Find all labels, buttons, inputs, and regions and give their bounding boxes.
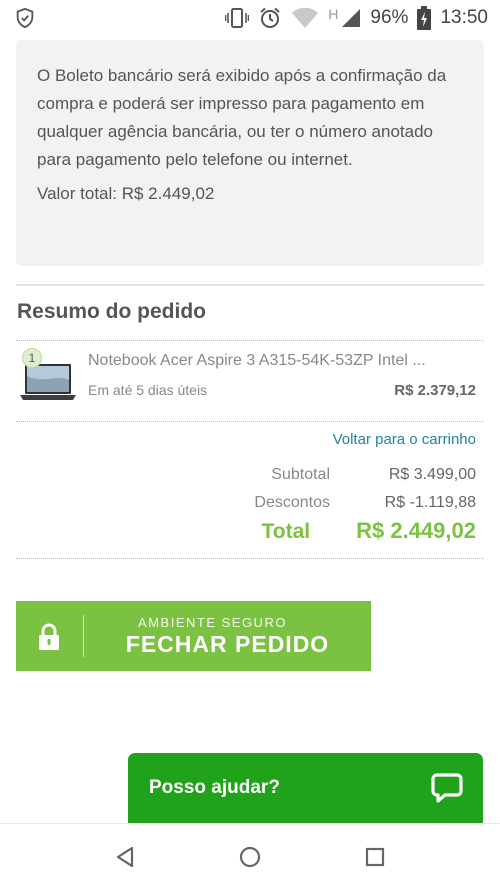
battery-percent: 96% <box>370 7 409 28</box>
dotted-divider <box>16 421 484 422</box>
home-circle-icon[interactable] <box>237 844 263 870</box>
chat-bubble-icon <box>431 773 463 803</box>
help-chat-widget[interactable]: Posso ajudar? <box>128 753 483 825</box>
button-separator <box>83 615 84 657</box>
boleto-total: Valor total: R$ 2.449,02 <box>37 184 215 203</box>
discount-row: Descontos R$ -1.119,88 <box>176 494 476 512</box>
help-chat-label: Posso ajudar? <box>149 777 280 798</box>
vibrate-icon <box>225 8 250 28</box>
battery-charging-icon <box>417 6 432 30</box>
network-type: H <box>328 6 339 22</box>
item-price: R$ 2.379,12 <box>394 382 476 399</box>
quantity-badge: 1 <box>22 348 42 368</box>
order-summary-title: Resumo do pedido <box>17 300 206 323</box>
alarm-icon <box>260 7 280 28</box>
lock-icon <box>39 623 59 650</box>
subtotal-label: Subtotal <box>271 466 330 483</box>
dotted-divider <box>16 558 484 559</box>
discount-value: R$ -1.119,88 <box>384 494 476 511</box>
recents-square-icon[interactable] <box>362 844 388 870</box>
total-value: R$ 2.449,02 <box>356 518 476 543</box>
clock: 13:50 <box>440 7 488 28</box>
wifi-icon <box>292 7 319 28</box>
status-bar: H 96% 13:50 <box>0 0 500 36</box>
dotted-divider <box>16 340 484 341</box>
discount-label: Descontos <box>254 494 330 511</box>
product-name: Notebook Acer Aspire 3 A315-54K-53ZP Int… <box>88 352 426 369</box>
total-row: Total R$ 2.449,02 <box>176 518 476 544</box>
back-to-cart-link[interactable]: Voltar para o carrinho <box>333 431 476 448</box>
shield-icon <box>16 7 34 29</box>
close-order-label: FECHAR PEDIDO <box>125 631 330 657</box>
total-label: Total <box>261 520 311 543</box>
delivery-estimate: Em até 5 dias úteis <box>88 382 208 398</box>
back-triangle-icon[interactable] <box>112 844 138 870</box>
section-divider <box>16 284 484 286</box>
order-item: 1 Notebook Acer Aspire 3 A315-54K-53ZP I… <box>16 342 484 420</box>
cell-signal-icon <box>342 9 361 27</box>
subtotal-row: Subtotal R$ 3.499,00 <box>176 466 476 484</box>
boleto-info-card: O Boleto bancário será exibido após a co… <box>16 40 484 266</box>
system-nav-bar <box>0 823 500 889</box>
secure-environment-label: AMBIENTE SEGURO <box>138 615 287 630</box>
close-order-button[interactable]: AMBIENTE SEGURO FECHAR PEDIDO <box>16 601 371 671</box>
subtotal-value: R$ 3.499,00 <box>388 466 476 483</box>
boleto-info-text: O Boleto bancário será exibido após a co… <box>37 66 447 169</box>
